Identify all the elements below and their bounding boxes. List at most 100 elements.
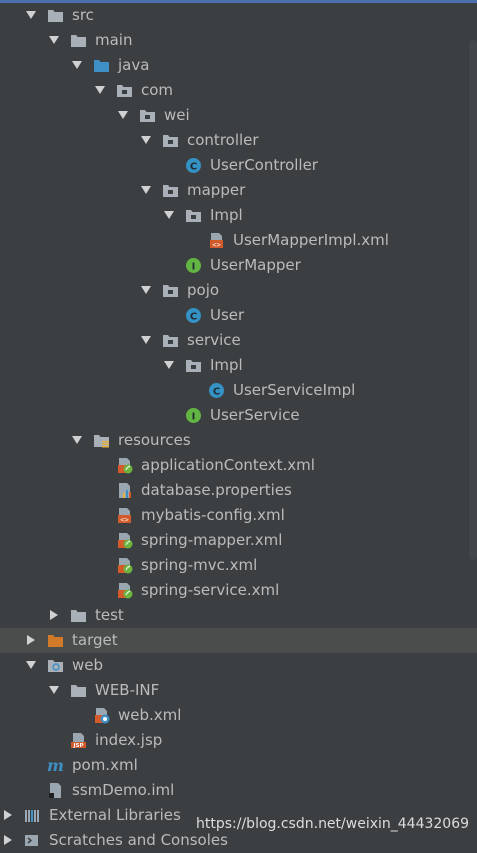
collapse-right-arrow-icon[interactable] (48, 609, 60, 621)
tree-item-web[interactable]: web (0, 653, 477, 678)
tree-item-impl[interactable]: Impl (0, 353, 477, 378)
tree-item-label: index.jsp (95, 731, 163, 749)
tree-item-usercontroller[interactable]: C UserController (0, 153, 477, 178)
tree-item-label: ssmDemo.iml (72, 781, 175, 799)
tree-item-mapper[interactable]: mapper (0, 178, 477, 203)
tree-item-label: UserController (210, 156, 318, 174)
expand-down-arrow-icon[interactable] (140, 134, 152, 146)
tree-item-label: java (118, 56, 150, 74)
tree-item-src[interactable]: src (0, 3, 477, 28)
tree-item-label: WEB-INF (95, 681, 160, 699)
expand-down-arrow-icon[interactable] (163, 209, 175, 221)
libraries-icon (24, 807, 41, 824)
tree-item-index-jsp[interactable]: JSP index.jsp (0, 728, 477, 753)
spring-xml-icon (116, 457, 133, 474)
package-icon (162, 332, 179, 349)
interface-icon: I (185, 407, 202, 424)
tree-item-wei[interactable]: wei (0, 103, 477, 128)
package-icon (116, 82, 133, 99)
collapse-right-arrow-icon[interactable] (2, 809, 14, 821)
svg-text:C: C (190, 312, 197, 323)
tree-item-database-properties[interactable]: database.properties (0, 478, 477, 503)
folder-icon (70, 32, 87, 49)
tree-item-java[interactable]: java (0, 53, 477, 78)
source-folder-icon (93, 57, 110, 74)
svg-text:I: I (192, 412, 196, 423)
tree-item-label: src (72, 6, 94, 24)
collapse-right-arrow-icon[interactable] (2, 834, 14, 846)
expand-down-arrow-icon[interactable] (163, 359, 175, 371)
tree-item-com[interactable]: com (0, 78, 477, 103)
tree-item-applicationcontext-xml[interactable]: applicationContext.xml (0, 453, 477, 478)
expand-down-arrow-icon[interactable] (117, 109, 129, 121)
tree-item-userserviceimpl[interactable]: C UserServiceImpl (0, 378, 477, 403)
expand-down-arrow-icon[interactable] (25, 659, 37, 671)
tree-item-target[interactable]: target (0, 628, 477, 653)
svg-text:m: m (47, 757, 64, 774)
package-icon (162, 182, 179, 199)
tree-item-main[interactable]: main (0, 28, 477, 53)
tree-item-label: applicationContext.xml (141, 456, 315, 474)
tree-item-label: main (95, 31, 133, 49)
iml-file-icon (47, 782, 64, 799)
tree-item-service[interactable]: service (0, 328, 477, 353)
expand-down-arrow-icon[interactable] (48, 34, 60, 46)
tree-item-spring-mvc-xml[interactable]: spring-mvc.xml (0, 553, 477, 578)
tree-item-label: spring-mvc.xml (141, 556, 258, 574)
tree-item-label: UserServiceImpl (233, 381, 356, 399)
xml-file-icon: <> (116, 507, 133, 524)
tree-item-usermapperimpl-xml[interactable]: <> UserMapperImpl.xml (0, 228, 477, 253)
expand-down-arrow-icon[interactable] (140, 184, 152, 196)
tree-item-pom-xml[interactable]: m pom.xml (0, 753, 477, 778)
svg-text:<>: <> (212, 241, 220, 249)
expand-down-arrow-icon[interactable] (71, 434, 83, 446)
tree-item-spring-mapper-xml[interactable]: spring-mapper.xml (0, 528, 477, 553)
tree-item-impl[interactable]: Impl (0, 203, 477, 228)
expand-down-arrow-icon[interactable] (140, 284, 152, 296)
tree-item-web-xml[interactable]: web.xml (0, 703, 477, 728)
tree-item-label: service (187, 331, 241, 349)
expand-down-arrow-icon[interactable] (25, 9, 37, 21)
tree-item-label: UserMapperImpl.xml (233, 231, 389, 249)
xml-file-icon: <> (208, 232, 225, 249)
class-icon: C (185, 307, 202, 324)
tree-item-mybatis-config-xml[interactable]: <> mybatis-config.xml (0, 503, 477, 528)
tree-item-user[interactable]: C User (0, 303, 477, 328)
tree-item-label: External Libraries (49, 806, 181, 824)
package-icon (139, 107, 156, 124)
tree-item-label: target (72, 631, 118, 649)
class-icon: C (208, 382, 225, 399)
tree-item-usermapper[interactable]: I UserMapper (0, 253, 477, 278)
tree-item-ssmdemo-iml[interactable]: ssmDemo.iml (0, 778, 477, 803)
tree-item-label: spring-service.xml (141, 581, 280, 599)
tree-item-spring-service-xml[interactable]: spring-service.xml (0, 578, 477, 603)
svg-text:I: I (192, 262, 196, 273)
tree-item-label: database.properties (141, 481, 292, 499)
tree-item-pojo[interactable]: pojo (0, 278, 477, 303)
folder-icon (70, 682, 87, 699)
tree-item-label: pom.xml (72, 756, 138, 774)
folder-icon (70, 607, 87, 624)
tree-item-label: pojo (187, 281, 220, 299)
collapse-right-arrow-icon[interactable] (25, 634, 37, 646)
svg-text:C: C (213, 387, 220, 398)
expand-down-arrow-icon[interactable] (48, 684, 60, 696)
expand-down-arrow-icon[interactable] (140, 334, 152, 346)
tree-item-web-inf[interactable]: WEB-INF (0, 678, 477, 703)
tree-item-controller[interactable]: controller (0, 128, 477, 153)
class-icon: C (185, 157, 202, 174)
tree-item-test[interactable]: test (0, 603, 477, 628)
excluded-folder-icon (47, 632, 64, 649)
tree-item-resources[interactable]: resources (0, 428, 477, 453)
svg-text:<>: <> (120, 516, 128, 524)
spring-xml-icon (116, 557, 133, 574)
svg-text:JSP: JSP (72, 743, 83, 749)
tree-item-userservice[interactable]: I UserService (0, 403, 477, 428)
tree-item-label: resources (118, 431, 191, 449)
expand-down-arrow-icon[interactable] (94, 84, 106, 96)
spring-xml-icon (116, 532, 133, 549)
tree-item-label: Impl (210, 206, 243, 224)
expand-down-arrow-icon[interactable] (71, 59, 83, 71)
tree-item-label: mapper (187, 181, 246, 199)
tree-item-label: com (141, 81, 174, 99)
